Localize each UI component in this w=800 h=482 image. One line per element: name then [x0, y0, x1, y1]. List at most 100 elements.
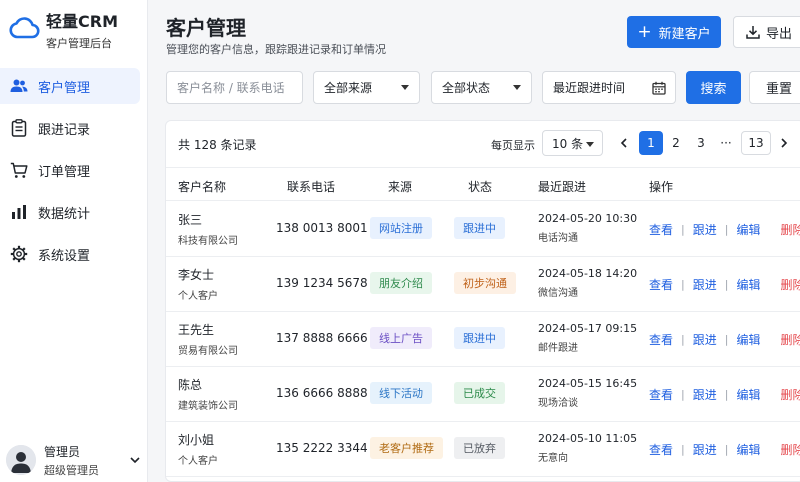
- plus-icon: +: [637, 21, 652, 42]
- avatar: [6, 445, 36, 475]
- customer-name[interactable]: 刘小姐: [178, 431, 218, 448]
- sidebar-item-label: 客户管理: [38, 80, 91, 96]
- user-menu[interactable]: 管理员 超级管理员: [6, 442, 142, 478]
- sidebar-item-orders[interactable]: 订单管理: [0, 152, 140, 188]
- new-customer-button[interactable]: + 新建客户: [627, 16, 721, 48]
- view-button[interactable]: 查看: [649, 221, 673, 238]
- status-select-value: 全部状态: [442, 81, 491, 95]
- last-followup-cell: 2024-05-20 10:30 电话沟通: [538, 212, 637, 244]
- sidebar-item-label: 系统设置: [38, 248, 91, 264]
- followup-time: 2024-05-20 10:30: [538, 212, 638, 225]
- last-followup-cell: 2024-05-10 11:05 无意向: [538, 432, 637, 464]
- per-page-select[interactable]: 10 条: [542, 130, 603, 156]
- follow-up-button[interactable]: 跟进: [693, 221, 717, 238]
- record-count: 共 128 条记录: [178, 138, 257, 152]
- customer-name[interactable]: 李女士: [178, 266, 218, 283]
- export-label: 导出: [766, 26, 793, 42]
- delete-button[interactable]: 删除: [780, 386, 800, 403]
- page-button-3[interactable]: 3: [691, 131, 711, 155]
- follow-up-button[interactable]: 跟进: [693, 276, 717, 293]
- chevron-down-icon[interactable]: [128, 453, 142, 467]
- delete-button[interactable]: 删除: [780, 441, 800, 458]
- sidebar-nav: 客户管理 跟进记录 订单管理 数据统计 系统设置: [0, 68, 148, 278]
- export-button[interactable]: 导出: [733, 16, 800, 48]
- sidebar-item-label: 数据统计: [38, 206, 91, 222]
- source-tag: 网站注册: [370, 217, 432, 239]
- delete-button[interactable]: 删除: [780, 221, 800, 238]
- last-followup-cell: 2024-05-15 16:45 现场洽谈: [538, 377, 637, 409]
- customer-company: 建筑装饰公司: [178, 401, 238, 412]
- view-button[interactable]: 查看: [649, 276, 673, 293]
- column-header-source: 来源: [388, 180, 413, 194]
- sidebar-item-stats[interactable]: 数据统计: [0, 194, 140, 230]
- followup-method: 现场洽谈: [538, 398, 578, 409]
- chevron-right-icon[interactable]: [778, 131, 790, 155]
- user-role: 超级管理员: [44, 463, 99, 477]
- page-ellipsis: ···: [720, 136, 732, 150]
- customer-name[interactable]: 陈总: [178, 376, 238, 393]
- view-button[interactable]: 查看: [649, 386, 673, 403]
- delete-button[interactable]: 删除: [780, 331, 800, 348]
- view-button[interactable]: 查看: [649, 331, 673, 348]
- edit-button[interactable]: 编辑: [736, 386, 760, 403]
- date-picker[interactable]: 最近跟进时间: [542, 71, 676, 104]
- customer-cell: 陈总 建筑装饰公司: [178, 376, 238, 412]
- last-followup-cell: 2024-05-17 09:15 邮件跟进: [538, 322, 637, 354]
- source-select[interactable]: 全部来源: [313, 71, 420, 104]
- action-divider: |: [681, 443, 685, 456]
- status-badge: 跟进中: [454, 327, 505, 349]
- search-input[interactable]: 客户名称 / 联系电话: [166, 71, 303, 104]
- search-button[interactable]: 搜索: [686, 71, 741, 104]
- status-badge: 已放弃: [454, 437, 505, 459]
- cart-icon: [10, 161, 28, 179]
- reset-button[interactable]: 重置: [749, 71, 800, 104]
- status-badge: 初步沟通: [454, 272, 516, 294]
- customer-name[interactable]: 王先生: [178, 321, 238, 338]
- view-button[interactable]: 查看: [649, 441, 673, 458]
- row-actions: 查看 | 跟进 | 编辑 删除: [649, 386, 800, 403]
- download-icon: [746, 26, 760, 39]
- edit-button[interactable]: 编辑: [736, 331, 760, 348]
- page-title: 客户管理: [166, 16, 246, 40]
- followup-method: 微信沟通: [538, 288, 578, 299]
- followup-method: 电话沟通: [538, 233, 578, 244]
- edit-button[interactable]: 编辑: [736, 221, 760, 238]
- customer-cell: 张三 科技有限公司: [178, 211, 238, 247]
- column-header-name: 客户名称: [178, 180, 227, 194]
- bar-chart-icon: [10, 203, 28, 221]
- followup-method: 邮件跟进: [538, 343, 578, 354]
- source-tag: 老客户推荐: [370, 437, 443, 459]
- sidebar-item-settings[interactable]: 系统设置: [0, 236, 140, 272]
- action-divider: |: [681, 388, 685, 401]
- sidebar-item-customers[interactable]: 客户管理: [0, 68, 140, 104]
- status-select[interactable]: 全部状态: [431, 71, 532, 104]
- page-button-1[interactable]: 1: [639, 131, 663, 155]
- action-divider: |: [724, 333, 729, 346]
- page-button-2[interactable]: 2: [666, 131, 686, 155]
- edit-button[interactable]: 编辑: [736, 441, 760, 458]
- brand: 轻量CRM 客户管理后台: [8, 12, 118, 51]
- edit-button[interactable]: 编辑: [736, 276, 760, 293]
- source-tag: 朋友介绍: [370, 272, 432, 294]
- followup-time: 2024-05-17 09:15: [538, 322, 638, 335]
- delete-button[interactable]: 删除: [780, 276, 800, 293]
- row-actions: 查看 | 跟进 | 编辑 删除: [649, 331, 800, 348]
- action-divider: |: [681, 278, 685, 291]
- cloud-logo-icon: [9, 17, 40, 39]
- customer-company: 个人客户: [178, 291, 218, 302]
- caret-down-icon: [401, 85, 409, 90]
- follow-up-button[interactable]: 跟进: [693, 441, 717, 458]
- sidebar-item-label: 订单管理: [38, 164, 91, 180]
- follow-up-button[interactable]: 跟进: [693, 386, 717, 403]
- sidebar-item-followups[interactable]: 跟进记录: [0, 110, 140, 146]
- customer-name[interactable]: 张三: [178, 211, 238, 228]
- row-actions: 查看 | 跟进 | 编辑 删除: [649, 221, 800, 238]
- status-badge: 跟进中: [454, 217, 505, 239]
- sidebar-item-label: 跟进记录: [38, 122, 91, 138]
- page-button-13[interactable]: 13: [741, 131, 771, 155]
- caret-down-icon: [513, 85, 521, 90]
- customer-phone: 138 0013 8001: [276, 221, 368, 235]
- follow-up-button[interactable]: 跟进: [693, 331, 717, 348]
- customer-phone: 139 1234 5678: [276, 276, 368, 290]
- chevron-left-icon[interactable]: [618, 131, 630, 155]
